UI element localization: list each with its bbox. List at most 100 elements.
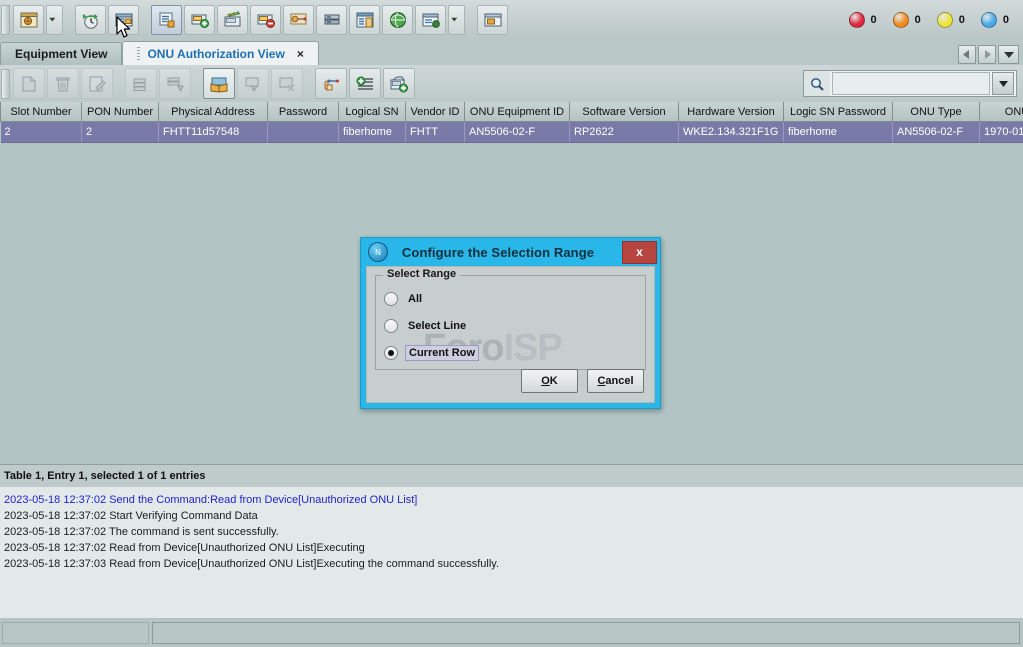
save-rows-icon	[159, 68, 191, 99]
major-alarm-indicator[interactable]: 0	[892, 11, 921, 28]
table-header-password[interactable]: Password	[267, 102, 339, 122]
warning-alarm-indicator-count: 0	[1002, 13, 1009, 26]
table-cell[interactable]: 2	[0, 121, 82, 143]
application-window: 0 0 0 0 Equipment View ONU Authorization Vie…	[0, 0, 1023, 647]
server-rack-icon[interactable]	[316, 4, 347, 35]
table-header-onu-type[interactable]: ONU Type	[892, 102, 980, 122]
configure-selection-range-dialog: N Configure the Selection Range x ForoIS…	[360, 237, 661, 409]
tab-equipment-view[interactable]: Equipment View	[0, 42, 123, 65]
cancel-mnemonic: C	[597, 375, 606, 387]
select-range-group: Select Range All Select Line Current Row	[375, 268, 646, 370]
status-bar	[0, 618, 1023, 647]
add-device-icon[interactable]	[184, 4, 215, 35]
table-header-hardware-version[interactable]: Hardware Version	[678, 102, 784, 122]
new-icon	[13, 68, 45, 99]
database-icon[interactable]	[349, 4, 380, 35]
table-cell[interactable]: WKE2.134.321F1G	[678, 121, 784, 143]
search-icon[interactable]	[804, 71, 830, 96]
read-from-device-icon[interactable]	[151, 4, 182, 35]
major-alarm-indicator-count: 0	[914, 13, 921, 26]
table-header-pon-number[interactable]: PON Number	[81, 102, 159, 122]
tab-onu-authorization-view[interactable]: ONU Authorization View ×	[122, 41, 319, 65]
table-cell[interactable]: AN5506-02-F	[464, 121, 570, 143]
add-onu-icon[interactable]	[383, 68, 415, 99]
window-icon[interactable]	[477, 4, 508, 35]
radio-label: Current Row	[405, 344, 479, 361]
table-header-vendor-id[interactable]: Vendor ID	[405, 102, 465, 122]
tab-prev-button[interactable]	[958, 45, 976, 64]
dropdown-arrow-icon[interactable]	[46, 4, 63, 35]
ok-button[interactable]: OK	[521, 369, 578, 393]
table-header-onu-up-time[interactable]: ONU Up Time	[979, 102, 1023, 122]
tab-navigation	[956, 45, 1023, 65]
warning-alarm-indicator[interactable]: 0	[980, 11, 1009, 28]
open-book-icon[interactable]	[203, 68, 235, 99]
network-scan-icon[interactable]	[217, 4, 248, 35]
dialog-button-row: OK Cancel	[512, 369, 644, 393]
tab-list-button[interactable]	[998, 45, 1019, 64]
table-cell[interactable]: FHTT11d57548	[158, 121, 268, 143]
table-cell[interactable]: fiberhome	[783, 121, 893, 143]
table-cell[interactable]: fiberhome	[338, 121, 406, 143]
critical-alarm-indicator-dot	[848, 11, 865, 28]
table-header-physical-address[interactable]: Physical Address	[158, 102, 268, 122]
radio-button[interactable]	[384, 318, 398, 333]
toolbar-grip[interactable]	[1, 4, 10, 35]
table-header-row: Slot Number PON Number Physical Address Pas…	[0, 102, 1023, 122]
edit-icon	[81, 68, 113, 99]
report-icon[interactable]	[415, 4, 446, 35]
table-header-logic-sn-password[interactable]: Logic SN Password	[783, 102, 893, 122]
log-line: 2023-05-18 12:37:03 Read from Device[Una…	[4, 558, 500, 570]
authorize-icon[interactable]	[315, 68, 347, 99]
table-cell[interactable]: AN5506-02-F	[892, 121, 980, 143]
hand-config-icon[interactable]	[283, 4, 314, 35]
dialog-title: Configure the Selection Range	[401, 244, 595, 260]
dialog-close-button[interactable]: x	[622, 240, 657, 264]
dropdown-arrow-icon-2[interactable]	[448, 4, 465, 35]
status-bar-right-panel	[152, 621, 1020, 644]
radio-button[interactable]	[384, 345, 398, 360]
tab-close-icon[interactable]: ×	[297, 47, 304, 61]
timer-icon[interactable]	[75, 4, 106, 35]
main-toolbar: 0 0 0 0	[0, 0, 1023, 40]
table-cell[interactable]: FHTT	[405, 121, 465, 143]
radio-option-current-row[interactable]: Current Row	[384, 343, 645, 362]
table-cell[interactable]	[267, 121, 339, 143]
cancel-rest: ancel	[605, 375, 634, 387]
critical-alarm-indicator-count: 0	[870, 13, 877, 26]
table-toolbar-grip[interactable]	[1, 68, 10, 99]
cancel-rows-icon	[271, 68, 303, 99]
select-range-group-label: Select Range	[383, 268, 461, 280]
table-header-software-version[interactable]: Software Version	[569, 102, 679, 122]
radio-option-all[interactable]: All	[384, 289, 645, 308]
table-cell[interactable]: RP2622	[569, 121, 679, 143]
radio-option-select-line[interactable]: Select Line	[384, 316, 645, 335]
table-row[interactable]: 2 2 FHTT11d57548 fiberhome FHTT AN5506-02-F RP…	[0, 121, 1023, 143]
search-dropdown-button[interactable]	[992, 72, 1014, 95]
dialog-body: ForoISP Select Range AllSelect LineCurre…	[366, 266, 655, 403]
delete-icon	[47, 68, 79, 99]
search-box	[803, 70, 1017, 97]
add-entry-icon[interactable]	[349, 68, 381, 99]
critical-alarm-indicator[interactable]: 0	[848, 11, 877, 28]
equipment-tree-icon[interactable]	[13, 4, 44, 35]
dialog-title-bar[interactable]: N Configure the Selection Range x	[361, 238, 660, 266]
table-cell[interactable]: 1970-01-04 17:57:37	[979, 121, 1023, 143]
tab-next-button[interactable]	[978, 45, 996, 64]
search-input[interactable]	[832, 72, 990, 95]
copy-rows-icon	[125, 68, 157, 99]
radio-label: Select Line	[408, 319, 467, 332]
remove-device-icon[interactable]	[250, 4, 281, 35]
minor-alarm-indicator-dot	[936, 11, 953, 28]
radio-button[interactable]	[384, 291, 398, 306]
table-header-onu-equipment-id[interactable]: ONU Equipment ID	[464, 102, 570, 122]
cancel-button[interactable]: Cancel	[587, 369, 644, 393]
globe-icon[interactable]	[382, 4, 413, 35]
onu-list-icon[interactable]	[108, 4, 139, 35]
table-header-logical-sn[interactable]: Logical SN	[338, 102, 406, 122]
command-log-panel[interactable]: 2023-05-18 12:37:02 Send the Command:Rea…	[0, 487, 1023, 624]
table-header-slot-number[interactable]: Slot Number	[0, 102, 82, 122]
table-cell[interactable]: 2	[81, 121, 159, 143]
tab-drag-dots	[137, 47, 141, 60]
minor-alarm-indicator[interactable]: 0	[936, 11, 965, 28]
